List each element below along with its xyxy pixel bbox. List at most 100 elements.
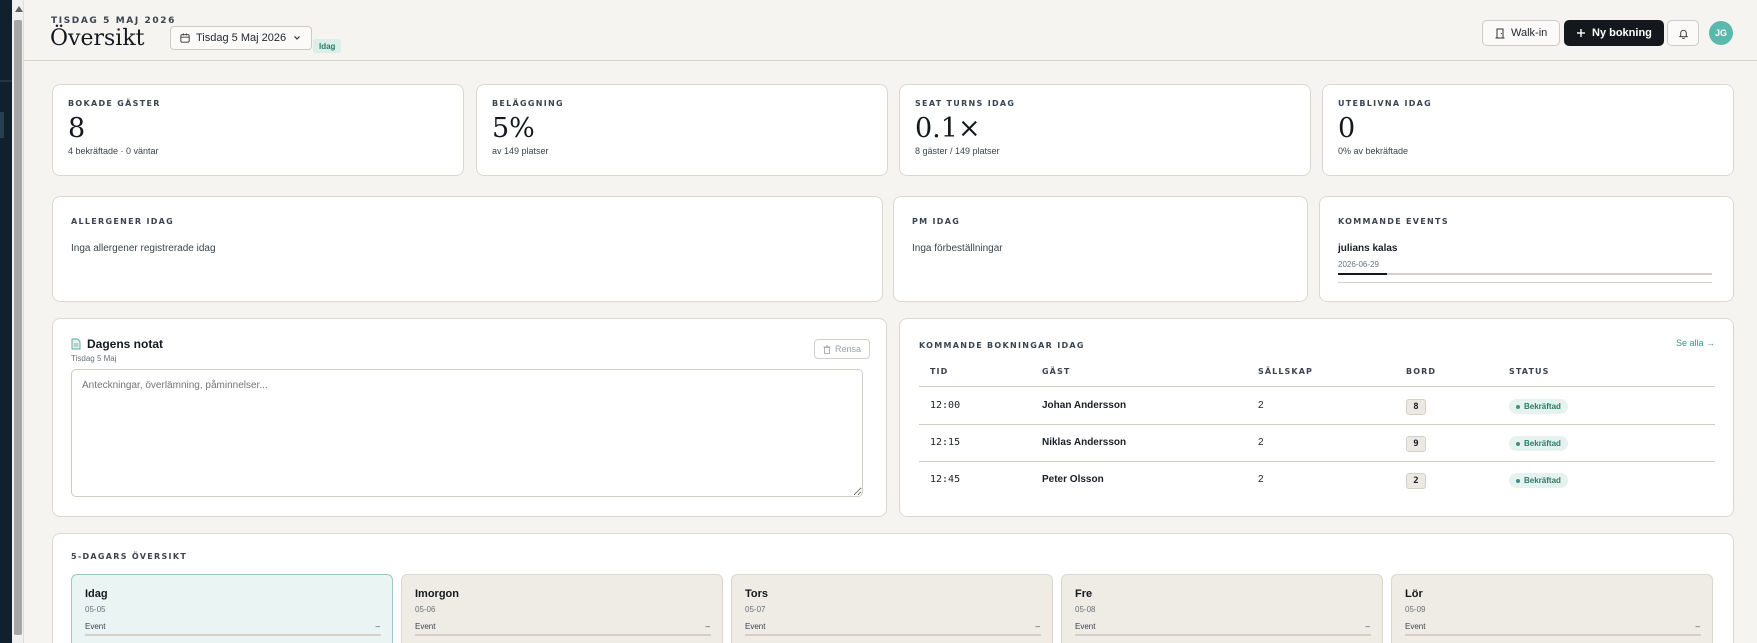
column-header-table[interactable]: BORD	[1406, 367, 1436, 376]
day-event-bar	[1405, 634, 1701, 636]
kpi-value: 0	[1338, 113, 1356, 144]
booking-guest: Johan Andersson	[1042, 400, 1127, 411]
chevron-down-icon	[294, 36, 301, 40]
booking-table-number: 2	[1406, 473, 1426, 489]
bookings-table-header: TID GÄST SÄLLSKAP BORD STATUS	[919, 367, 1715, 387]
event-divider	[1338, 282, 1712, 283]
booking-table-number: 9	[1406, 436, 1426, 452]
kpi-label: BOKADE GÄSTER	[68, 99, 161, 108]
kpi-label: BELÄGGNING	[492, 99, 564, 108]
day-date: 05-06	[415, 605, 436, 614]
day-date: 05-09	[1405, 605, 1426, 614]
status-dot-icon	[1516, 441, 1520, 446]
upcoming-events-card: KOMMANDE EVENTS julians kalas 2026-06-29	[1319, 196, 1734, 302]
kpi-subtext: 4 bekräftade · 0 väntar	[68, 146, 159, 156]
allergens-label: ALLERGENER IDAG	[71, 217, 175, 226]
kpi-value: 0.1×	[915, 113, 981, 144]
plus-icon	[1577, 29, 1585, 37]
day-event-value: –	[705, 622, 710, 631]
header-date-eyebrow: TISDAG 5 MAJ 2026	[51, 16, 176, 26]
new-booking-button[interactable]: Ny bokning	[1564, 20, 1664, 46]
booking-guest: Peter Olsson	[1042, 474, 1104, 485]
upcoming-bookings-card: KOMMANDE BOKNINGAR IDAG Se alla → TID GÄ…	[899, 318, 1734, 517]
document-icon	[71, 338, 81, 350]
scroll-up-icon[interactable]	[15, 6, 23, 12]
scrollbar-thumb[interactable]	[14, 20, 22, 635]
sidebar-divider	[0, 80, 12, 82]
booking-party: 2	[1258, 400, 1264, 411]
day-card-friday[interactable]: Fre 05-08 Event –	[1061, 574, 1383, 643]
status-dot-icon	[1516, 404, 1520, 409]
day-event-bar	[1075, 634, 1371, 636]
kpi-subtext: av 149 platser	[492, 146, 549, 156]
upcoming-bookings-label: KOMMANDE BOKNINGAR IDAG	[919, 341, 1085, 350]
day-event-bar	[415, 634, 711, 636]
day-event-label: Event	[1075, 622, 1096, 631]
column-header-guest[interactable]: GÄST	[1042, 367, 1070, 376]
event-name[interactable]: julians kalas	[1338, 243, 1397, 254]
day-card-saturday[interactable]: Lör 05-09 Event –	[1391, 574, 1713, 643]
clear-notes-button[interactable]: Rensa	[813, 339, 870, 359]
clear-notes-label: Rensa	[834, 344, 861, 354]
notes-textarea[interactable]	[71, 369, 863, 497]
calendar-icon	[180, 33, 190, 43]
table-row[interactable]: 12:15 Niklas Andersson 2 9 Bekräftad	[919, 425, 1715, 462]
booking-time: 12:00	[930, 400, 961, 411]
see-all-link[interactable]: Se alla →	[1676, 338, 1715, 348]
day-event-label: Event	[745, 622, 766, 631]
table-row[interactable]: 12:45 Peter Olsson 2 2 Bekräftad	[919, 462, 1715, 499]
bell-icon	[1678, 29, 1688, 39]
user-avatar[interactable]: JG	[1709, 21, 1733, 45]
page-title: Översikt	[50, 26, 145, 51]
column-header-time[interactable]: TID	[930, 367, 948, 376]
notes-title-row: Dagens notat	[71, 337, 163, 351]
pm-card: PM IDAG Inga förbeställningar	[893, 196, 1308, 302]
column-header-party[interactable]: SÄLLSKAP	[1258, 367, 1313, 376]
event-progress-fill	[1338, 273, 1387, 275]
day-name: Lör	[1405, 588, 1423, 600]
notes-subtitle: Tisdag 5 Maj	[71, 354, 117, 363]
day-event-value: –	[1365, 622, 1370, 631]
status-label: Bekräftad	[1524, 402, 1561, 411]
pm-label: PM IDAG	[912, 217, 961, 226]
day-card-today[interactable]: Idag 05-05 Event –	[71, 574, 393, 643]
table-row[interactable]: 12:00 Johan Andersson 2 8 Bekräftad	[919, 388, 1715, 425]
day-card-thursday[interactable]: Tors 05-07 Event –	[731, 574, 1053, 643]
status-badge: Bekräftad	[1509, 399, 1568, 414]
new-booking-label: Ny bokning	[1592, 27, 1652, 39]
notes-title: Dagens notat	[87, 337, 164, 351]
trash-icon	[823, 344, 831, 354]
door-icon	[1495, 28, 1505, 38]
scrollbar[interactable]	[12, 0, 24, 643]
day-event-value: –	[375, 622, 380, 631]
day-event-label: Event	[1405, 622, 1426, 631]
status-label: Bekräftad	[1524, 476, 1561, 485]
column-header-status[interactable]: STATUS	[1509, 367, 1549, 376]
status-dot-icon	[1516, 478, 1520, 483]
kpi-subtext: 0% av bekräftade	[1338, 146, 1409, 156]
kpi-subtext: 8 gäster / 149 platser	[915, 146, 1000, 156]
five-day-overview-card: 5-DAGARS ÖVERSIKT Idag 05-05 Event – Imo…	[52, 533, 1734, 643]
allergens-card: ALLERGENER IDAG Inga allergener registre…	[52, 196, 883, 302]
day-event-label: Event	[85, 622, 106, 631]
day-card-tomorrow[interactable]: Imorgon 05-06 Event –	[401, 574, 723, 643]
booking-time: 12:15	[930, 437, 961, 448]
notifications-button[interactable]	[1667, 20, 1699, 46]
day-event-label: Event	[415, 622, 436, 631]
kpi-card-seat-turns: SEAT TURNS IDAG 0.1× 8 gäster / 149 plat…	[899, 84, 1311, 176]
allergens-empty-text: Inga allergener registrerade idag	[71, 243, 216, 254]
five-day-label: 5-DAGARS ÖVERSIKT	[71, 552, 188, 561]
date-picker-button[interactable]: Tisdag 5 Maj 2026	[170, 26, 313, 50]
kpi-label: UTEBLIVNA IDAG	[1338, 99, 1433, 108]
kpi-card-booked-guests: BOKADE GÄSTER 8 4 bekräftade · 0 väntar	[52, 84, 464, 176]
walk-in-button[interactable]: Walk-in	[1482, 20, 1561, 46]
day-date: 05-05	[85, 605, 106, 614]
day-event-value: –	[1035, 622, 1040, 631]
status-badge: Bekräftad	[1509, 436, 1568, 451]
day-date: 05-07	[745, 605, 766, 614]
date-picker-label: Tisdag 5 Maj 2026	[196, 32, 287, 44]
status-label: Bekräftad	[1524, 439, 1561, 448]
kpi-value: 8	[68, 113, 86, 144]
booking-time: 12:45	[930, 474, 961, 485]
kpi-value: 5%	[492, 113, 535, 144]
